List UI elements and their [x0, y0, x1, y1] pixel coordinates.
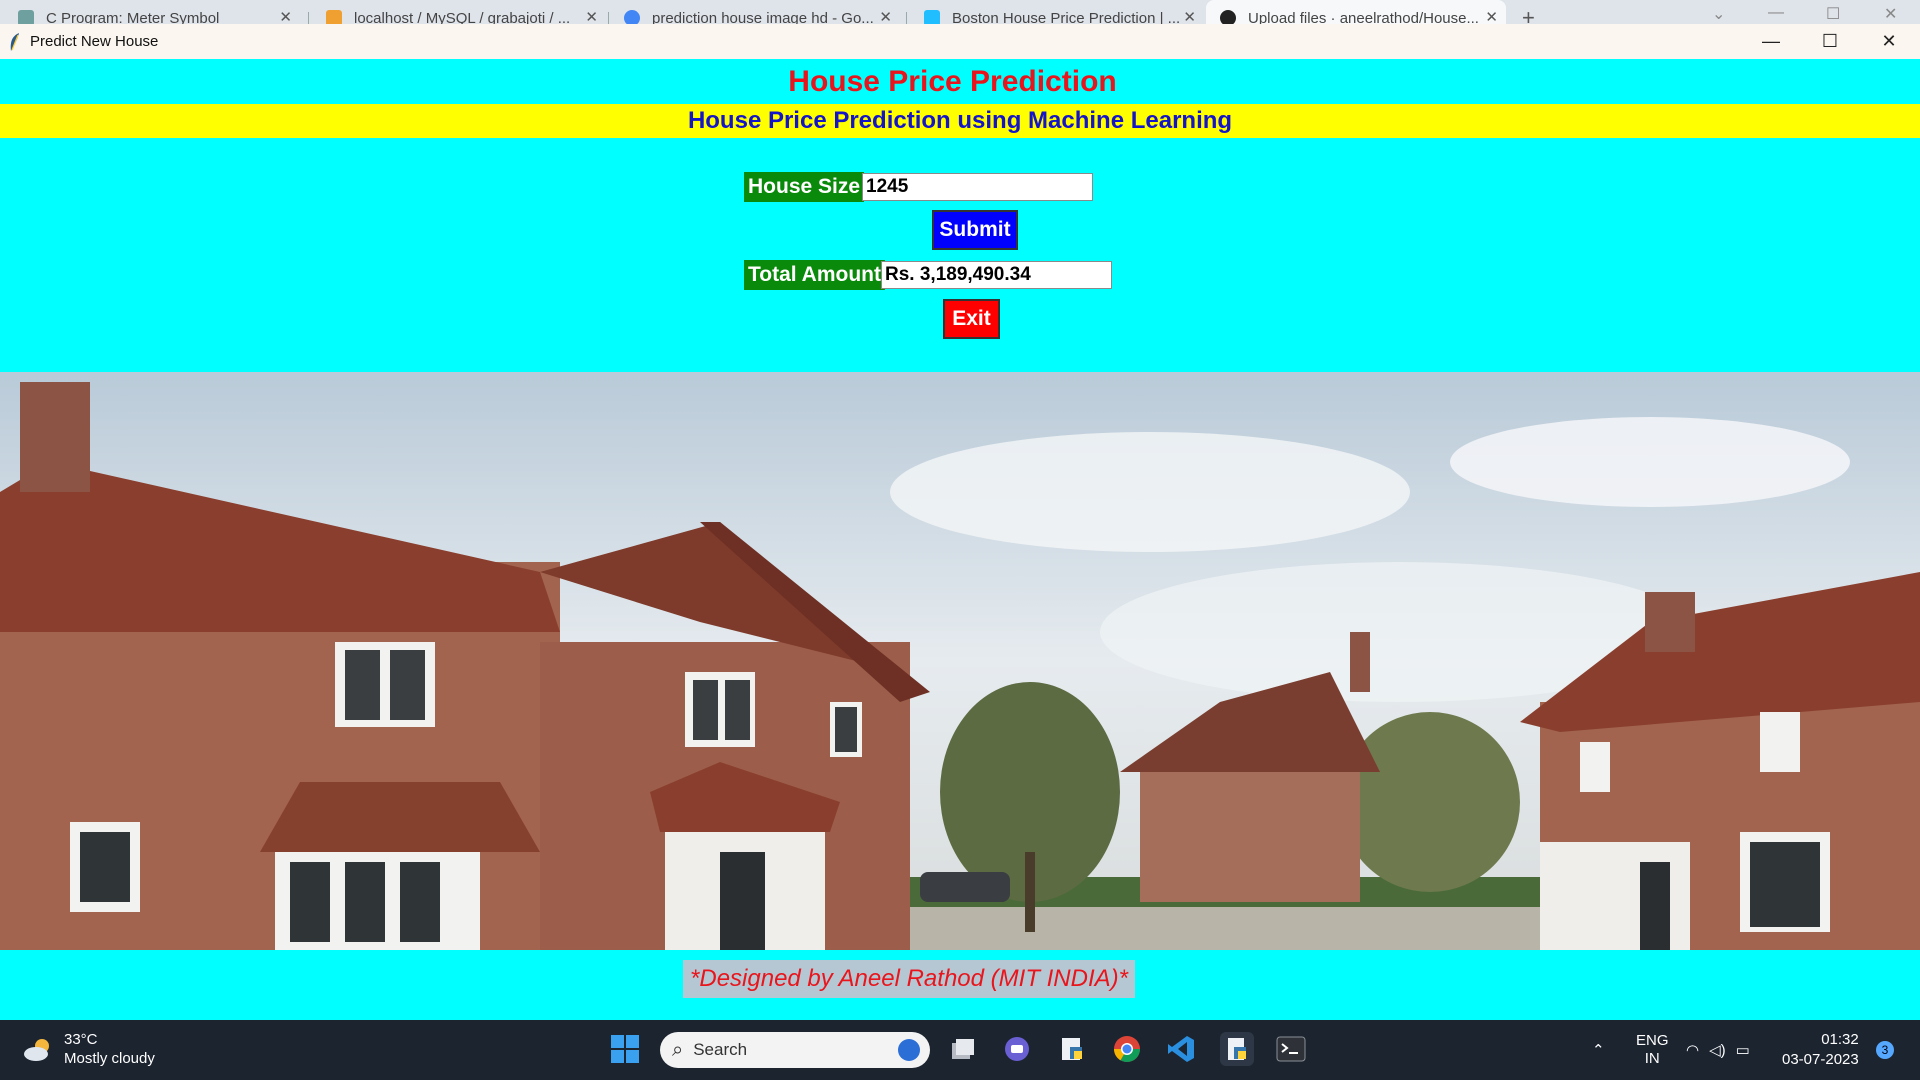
close-tab-icon[interactable]: ✕: [1183, 8, 1196, 24]
show-hidden-icons-button[interactable]: ⌃: [1592, 1020, 1605, 1080]
total-amount-field[interactable]: [881, 261, 1112, 289]
window-titlebar: Predict New House — ☐ ✕: [0, 24, 1920, 59]
clock-date: 03-07-2023: [1782, 1051, 1859, 1068]
house-illustration: [0, 372, 1920, 950]
region-code: IN: [1644, 1050, 1660, 1067]
volume-icon: ◁): [1709, 1042, 1726, 1059]
search-icon: ⌕: [672, 1038, 684, 1061]
close-tab-icon[interactable]: ✕: [585, 8, 598, 24]
browser-tab[interactable]: localhost / MySQL / grabajoti / ... ✕: [326, 0, 606, 24]
tab-separator: [906, 12, 907, 24]
house-image: [0, 372, 1920, 950]
clock-time: 01:32: [1821, 1031, 1859, 1048]
c-program-site-icon: [18, 10, 34, 24]
designer-credit: *Designed by Aneel Rathod (MIT INDIA)*: [683, 960, 1135, 998]
tab-separator: [308, 12, 309, 24]
weather-temperature: 33°C: [64, 1031, 98, 1048]
browser-tab[interactable]: Boston House Price Prediction | ... ✕: [924, 0, 1204, 24]
taskbar-clock[interactable]: 01:32 03-07-2023: [1782, 1030, 1859, 1070]
kaggle-icon: [924, 10, 940, 24]
chevron-up-icon: ⌃: [1592, 1042, 1605, 1059]
window-minimize-button[interactable]: —: [1742, 24, 1800, 59]
language-code: ENG: [1636, 1032, 1669, 1049]
vscode-icon[interactable]: [1164, 1032, 1198, 1066]
window-close-button[interactable]: ✕: [1860, 24, 1918, 59]
task-view-icon[interactable]: [946, 1032, 980, 1066]
browser-tab-label: prediction house image hd - Go...: [652, 10, 874, 24]
battery-icon: ▭: [1735, 1042, 1750, 1059]
subtitle-banner: House Price Prediction using Machine Lea…: [0, 104, 1920, 138]
total-amount-label: Total Amount: [744, 260, 885, 290]
close-tab-icon[interactable]: ✕: [1485, 8, 1498, 24]
maximize-icon[interactable]: ☐: [1826, 4, 1840, 24]
phpmyadmin-icon: [326, 10, 342, 24]
weather-description: Mostly cloudy: [64, 1050, 155, 1067]
tab-separator: [608, 12, 609, 24]
browser-tab[interactable]: C Program: Meter Symbol ✕: [18, 0, 300, 24]
terminal-icon[interactable]: [1274, 1032, 1308, 1066]
house-size-label: House Size: [744, 172, 865, 202]
bing-icon: [898, 1039, 920, 1061]
notification-badge[interactable]: 3: [1876, 1041, 1894, 1059]
taskbar-search[interactable]: ⌕ Search: [660, 1032, 930, 1068]
chrome-icon[interactable]: [1110, 1032, 1144, 1066]
browser-tab-active[interactable]: Upload files · aneelrathod/House... ✕: [1206, 0, 1506, 24]
close-tab-icon[interactable]: ✕: [279, 8, 292, 24]
taskbar: 33°C Mostly cloudy ⌕ Search ⌃ ENG IN ◠ ◁…: [0, 1020, 1920, 1080]
app-window: Predict New House — ☐ ✕ House Price Pred…: [0, 24, 1920, 1020]
house-size-input[interactable]: [862, 173, 1093, 201]
windows-start-icon[interactable]: [608, 1032, 642, 1066]
google-icon: [624, 10, 640, 24]
teams-chat-icon[interactable]: [1000, 1032, 1034, 1066]
app-title: House Price Prediction: [788, 65, 1117, 98]
browser-tab-label: localhost / MySQL / grabajoti / ...: [354, 10, 571, 24]
minimize-icon[interactable]: —: [1768, 4, 1784, 22]
close-tab-icon[interactable]: ✕: [879, 8, 892, 24]
browser-tab-label: C Program: Meter Symbol: [46, 10, 220, 24]
search-placeholder: Search: [693, 1040, 748, 1059]
window-title: Predict New House: [30, 33, 159, 50]
file-explorer-icon[interactable]: [1055, 1032, 1089, 1066]
browser-tab[interactable]: prediction house image hd - Go... ✕: [624, 0, 900, 24]
system-tray-status[interactable]: ◠ ◁) ▭: [1686, 1020, 1750, 1080]
weather-widget[interactable]: 33°C Mostly cloudy: [22, 1030, 155, 1068]
input-language-indicator[interactable]: ENG IN: [1636, 1020, 1669, 1080]
browser-tab-label: Boston House Price Prediction | ...: [952, 10, 1181, 24]
chevron-down-icon[interactable]: ⌄: [1712, 4, 1725, 24]
wifi-icon: ◠: [1686, 1042, 1700, 1059]
exit-button[interactable]: Exit: [943, 299, 1000, 339]
window-maximize-button[interactable]: ☐: [1801, 24, 1859, 59]
new-tab-icon[interactable]: +: [1522, 5, 1535, 24]
github-icon: [1220, 10, 1236, 24]
submit-button[interactable]: Submit: [932, 210, 1018, 250]
tk-feather-icon: [10, 32, 19, 51]
cloudy-weather-icon: [24, 1039, 49, 1061]
close-icon[interactable]: ✕: [1884, 4, 1897, 24]
browser-tab-label: Upload files · aneelrathod/House...: [1248, 10, 1479, 24]
python-idle-icon[interactable]: [1220, 1032, 1254, 1066]
browser-tab-strip: C Program: Meter Symbol ✕ localhost / My…: [0, 0, 1920, 24]
